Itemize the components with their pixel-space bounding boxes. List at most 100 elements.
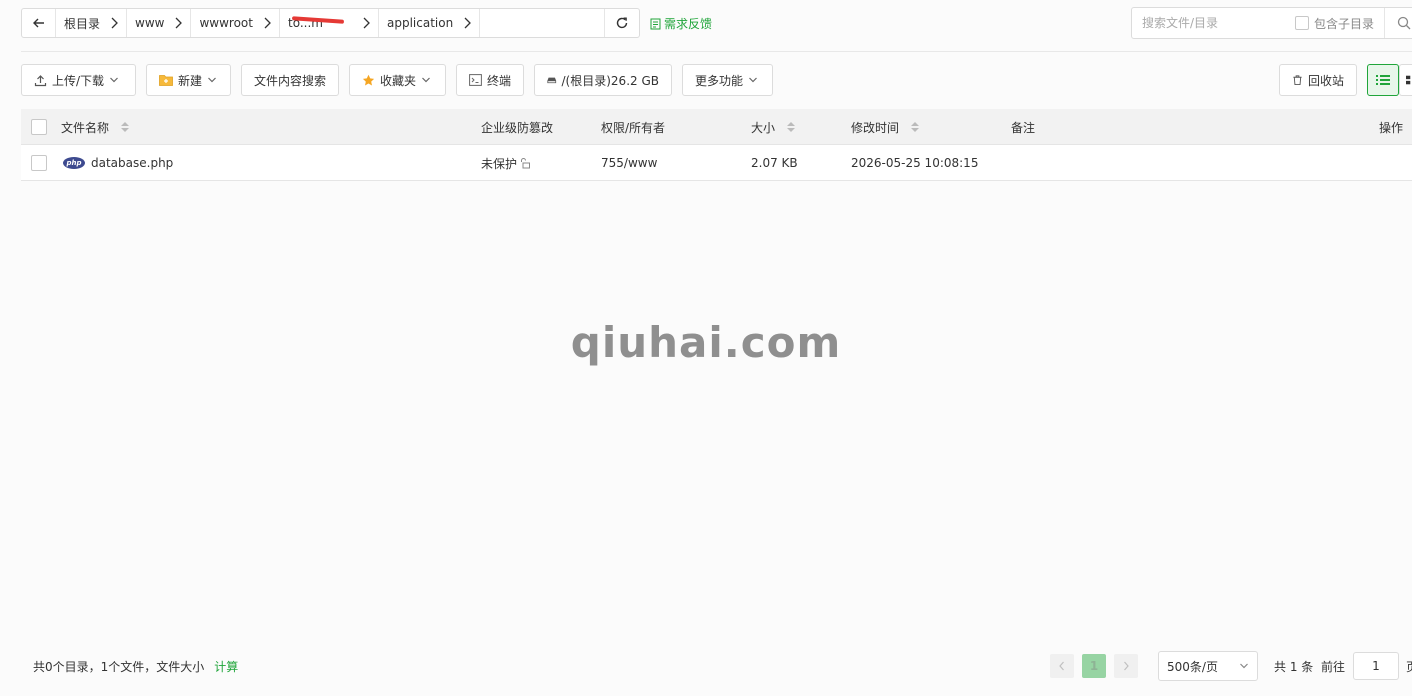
chevron-down-icon	[422, 77, 430, 83]
breadcrumb-label: to...m	[287, 16, 323, 30]
goto-label: 前往	[1321, 660, 1346, 674]
arrow-left-icon	[32, 18, 44, 28]
mtime-value: 2026-05-25 10:08:15	[851, 156, 979, 170]
summary-text: 共0个目录，1个文件，文件大小	[33, 660, 205, 674]
back-button[interactable]	[22, 9, 56, 37]
breadcrumb-label: wwwroot	[199, 16, 253, 30]
recycle-bin-button[interactable]: 回收站	[1279, 64, 1357, 96]
divider	[21, 51, 1412, 52]
footer-summary: 共0个目录，1个文件，文件大小 计算	[33, 658, 238, 675]
chevron-right-icon	[110, 17, 118, 29]
file-name-cell[interactable]: php database.php	[63, 145, 173, 181]
breadcrumb-item-wwwroot[interactable]: wwwroot	[191, 9, 280, 37]
search-input[interactable]	[1132, 8, 1292, 38]
feedback-label: 需求反馈	[664, 17, 713, 31]
size-value: 2.07 KB	[751, 156, 798, 170]
chevron-right-icon	[263, 17, 271, 29]
search-box: 包含子目录	[1131, 7, 1412, 39]
sort-icon	[911, 122, 920, 132]
column-tamper-header: 企业级防篡改	[481, 109, 553, 145]
search-icon	[1397, 16, 1411, 30]
chevron-down-icon	[110, 77, 118, 83]
content-search-button[interactable]: 文件内容搜索	[241, 64, 339, 96]
size-cell: 2.07 KB	[751, 145, 798, 181]
breadcrumb-item-site[interactable]: to...m	[280, 9, 379, 37]
file-name[interactable]: database.php	[91, 156, 173, 170]
chevron-down-icon	[749, 77, 757, 83]
checkbox[interactable]	[1295, 16, 1309, 30]
per-page-value: 500条/页	[1167, 659, 1218, 674]
column-label: 企业级防篡改	[481, 120, 554, 135]
more-functions-label: 更多功能	[695, 73, 744, 88]
mtime-cell: 2026-05-25 10:08:15	[851, 145, 978, 181]
breadcrumb-item-root[interactable]: 根目录	[56, 9, 128, 37]
chevron-down-icon	[1240, 663, 1248, 669]
breadcrumb-label: application	[386, 16, 454, 30]
feedback-link[interactable]: 需求反馈	[650, 15, 712, 32]
column-label: 文件名称	[61, 120, 110, 135]
select-all-checkbox[interactable]	[31, 109, 47, 145]
chevron-right-icon	[362, 17, 370, 29]
terminal-button[interactable]: 终端	[456, 64, 524, 96]
chevron-right-icon	[1124, 661, 1129, 671]
calculate-link[interactable]: 计算	[214, 658, 238, 675]
column-label: 权限/所有者	[601, 120, 666, 135]
more-functions-button[interactable]: 更多功能	[682, 64, 773, 96]
content-search-label: 文件内容搜索	[254, 73, 327, 88]
column-label: 备注	[1011, 120, 1036, 135]
breadcrumb-label: www	[135, 16, 165, 30]
perm-value: 755/www	[601, 156, 658, 170]
php-file-icon: php	[63, 157, 85, 169]
search-button[interactable]	[1384, 8, 1411, 38]
terminal-icon	[469, 74, 482, 86]
tamper-status: 未保护	[481, 156, 518, 171]
trash-icon	[1293, 75, 1302, 86]
breadcrumb-item-www[interactable]: www	[127, 9, 192, 37]
tamper-cell[interactable]: 未保护	[481, 145, 531, 181]
per-page-select[interactable]: 500条/页	[1158, 651, 1258, 681]
column-size-header[interactable]: 大小	[751, 109, 796, 145]
breadcrumb: 根目录 www wwwroot to...m application	[21, 8, 640, 38]
star-icon	[362, 74, 375, 85]
column-label: 大小	[751, 120, 776, 135]
favorites-button[interactable]: 收藏夹	[349, 64, 446, 96]
column-perm-header: 权限/所有者	[601, 109, 665, 145]
sort-icon	[121, 122, 130, 132]
favorites-label: 收藏夹	[380, 73, 417, 88]
grid-view-button[interactable]	[1399, 64, 1412, 96]
column-name-header[interactable]: 文件名称	[61, 109, 130, 145]
goto-page-input[interactable]: 1	[1353, 652, 1399, 680]
disk-label: /(根目录)26.2 GB	[561, 73, 659, 88]
breadcrumb-item-application[interactable]: application	[379, 9, 481, 37]
include-subdir-checkbox[interactable]: 包含子目录	[1295, 15, 1374, 32]
prev-page-button[interactable]	[1050, 654, 1074, 678]
table-header: 文件名称 企业级防篡改 权限/所有者 大小 修改时间 备注 操作	[21, 109, 1412, 145]
chevron-right-icon	[174, 17, 183, 29]
list-view-button[interactable]	[1367, 64, 1399, 96]
table-row[interactable]: php database.php 未保护 755/www 2.07 KB 202…	[21, 145, 1412, 181]
column-label: 修改时间	[851, 120, 900, 135]
page-button-current[interactable]: 1	[1082, 654, 1106, 678]
chevron-down-icon	[208, 77, 216, 83]
breadcrumb-label: 根目录	[64, 16, 101, 31]
file-manager: 根目录 www wwwroot to...m application 需求反馈 …	[0, 0, 1412, 696]
chevron-left-icon	[1059, 661, 1064, 671]
disk-button[interactable]: /(根目录)26.2 GB	[534, 64, 672, 96]
include-subdir-label: 包含子目录	[1314, 16, 1375, 31]
column-mtime-header[interactable]: 修改时间	[851, 109, 920, 145]
recycle-bin-label: 回收站	[1307, 73, 1344, 88]
disk-icon	[547, 77, 557, 84]
row-checkbox[interactable]	[31, 145, 47, 181]
terminal-label: 终端	[486, 73, 511, 88]
page-unit-label: 页	[1406, 658, 1412, 675]
next-page-button[interactable]	[1114, 654, 1138, 678]
watermark: qiuhai.com	[570, 318, 842, 367]
refresh-button[interactable]	[605, 9, 639, 37]
new-label: 新建	[178, 73, 203, 88]
list-view-icon	[1376, 75, 1390, 85]
perm-cell[interactable]: 755/www	[601, 145, 657, 181]
column-ops-header: 操作	[1379, 109, 1403, 145]
path-input-area[interactable]	[480, 9, 605, 37]
new-button[interactable]: 新建	[146, 64, 231, 96]
upload-download-button[interactable]: 上传/下载	[21, 64, 136, 96]
